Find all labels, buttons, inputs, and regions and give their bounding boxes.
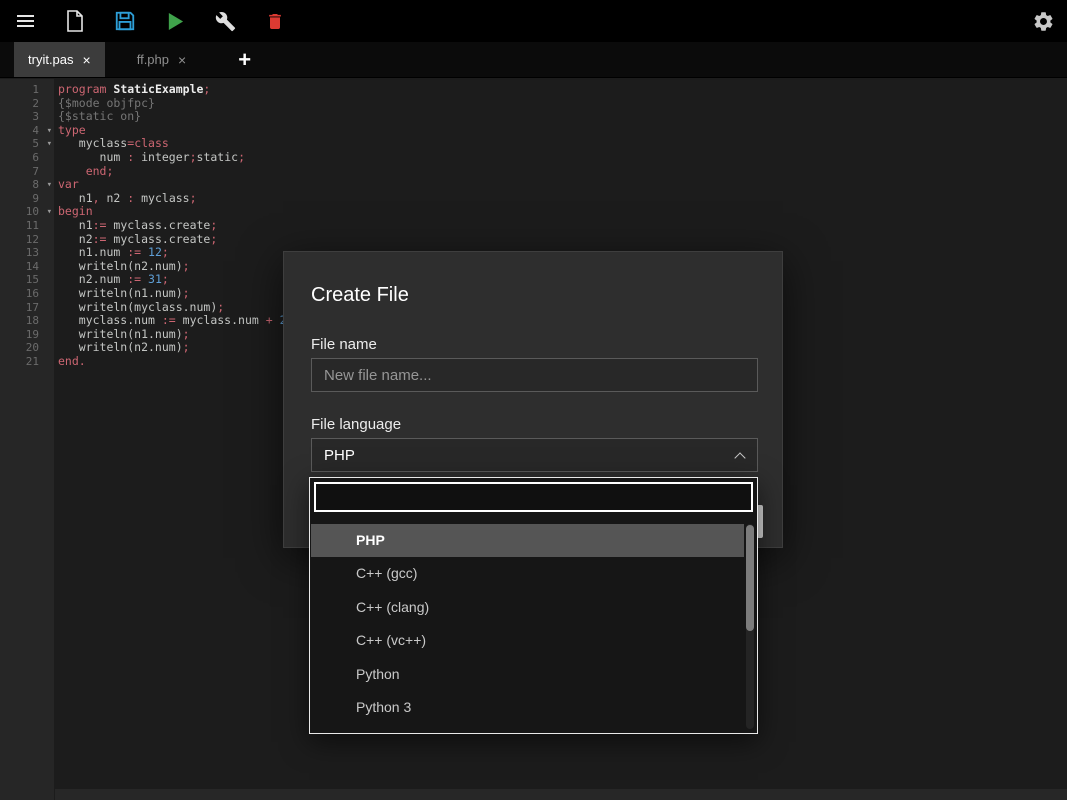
line-number: 7 [0,165,54,179]
language-select[interactable]: PHP [311,438,758,472]
line-number: 2 [0,97,54,111]
line-number: 8▾ [0,178,54,192]
line-number: 16 [0,287,54,301]
line-number: 15 [0,273,54,287]
line-number: 1 [0,83,54,97]
app-window: tryit.pas × ff.php × + 1234▾5▾678▾910▾11… [0,0,1067,800]
language-search-input[interactable] [314,482,753,512]
gutter: 1234▾5▾678▾910▾1112131415161718192021 [0,79,54,800]
fold-arrow-icon[interactable]: ▾ [47,179,52,193]
tab-bar: tryit.pas × ff.php × + [0,42,1067,78]
line-number: 19 [0,328,54,342]
language-option[interactable]: C++ (vc++) [311,624,744,657]
line-number: 21 [0,355,54,369]
line-number: 11 [0,219,54,233]
code-line[interactable]: var [58,178,1067,192]
language-option[interactable]: PHP [311,524,744,557]
language-options: PHPC++ (gcc)C++ (clang)C++ (vc++)PythonP… [311,524,744,724]
selected-language-value: PHP [324,447,355,464]
tab-close-icon[interactable]: × [178,53,186,67]
code-line[interactable]: n1, n2 : myclass; [58,192,1067,206]
line-number: 12 [0,233,54,247]
code-line[interactable]: type [58,124,1067,138]
tab-label: tryit.pas [28,52,74,67]
code-line[interactable]: {$mode objfpc} [58,97,1067,111]
horizontal-scrollbar[interactable] [55,789,1067,800]
line-number: 3 [0,110,54,124]
chevron-up-icon [734,452,745,463]
code-line[interactable]: n2:= myclass.create; [58,233,1067,247]
line-number: 5▾ [0,137,54,151]
code-line[interactable]: begin [58,205,1067,219]
file-name-label: File name [311,336,377,353]
tab-close-icon[interactable]: × [83,53,91,67]
new-tab-button[interactable]: + [228,42,261,77]
trash-icon[interactable] [263,9,287,33]
settings-icon[interactable] [1031,9,1055,33]
language-option[interactable]: C++ (clang) [311,591,744,624]
code-line[interactable]: n1:= myclass.create; [58,219,1067,233]
menu-icon[interactable] [13,9,37,33]
toolbar [0,0,1067,42]
line-number: 4▾ [0,124,54,138]
file-language-label: File language [311,416,401,433]
language-option[interactable]: Python 3 [311,691,744,724]
line-number: 6 [0,151,54,165]
run-icon[interactable] [163,9,187,33]
code-line[interactable]: {$static on} [58,110,1067,124]
dialog-title: Create File [311,284,409,307]
language-dropdown: PHPC++ (gcc)C++ (clang)C++ (vc++)PythonP… [309,477,758,734]
line-number: 20 [0,341,54,355]
line-number: 18 [0,314,54,328]
code-line[interactable]: program StaticExample; [58,83,1067,97]
line-number: 10▾ [0,205,54,219]
line-number: 9 [0,192,54,206]
fold-arrow-icon[interactable]: ▾ [47,206,52,220]
line-number: 17 [0,301,54,315]
fold-arrow-icon[interactable]: ▾ [47,125,52,139]
new-file-icon[interactable] [63,9,87,33]
dropdown-scrollbar-thumb[interactable] [746,525,754,631]
code-line[interactable]: num : integer;static; [58,151,1067,165]
code-line[interactable]: end; [58,165,1067,179]
line-number: 14 [0,260,54,274]
line-number: 13 [0,246,54,260]
tab-tryit-pas[interactable]: tryit.pas × [14,42,105,77]
code-line[interactable]: myclass=class [58,137,1067,151]
file-name-input[interactable] [311,358,758,392]
fold-arrow-icon[interactable]: ▾ [47,138,52,152]
save-icon[interactable] [113,9,137,33]
language-option[interactable]: Python [311,658,744,691]
language-option[interactable]: C++ (gcc) [311,557,744,590]
hamburger-bars [17,15,34,27]
wrench-icon[interactable] [213,9,237,33]
tab-ff-php[interactable]: ff.php × [123,42,200,77]
tab-label: ff.php [137,52,169,67]
